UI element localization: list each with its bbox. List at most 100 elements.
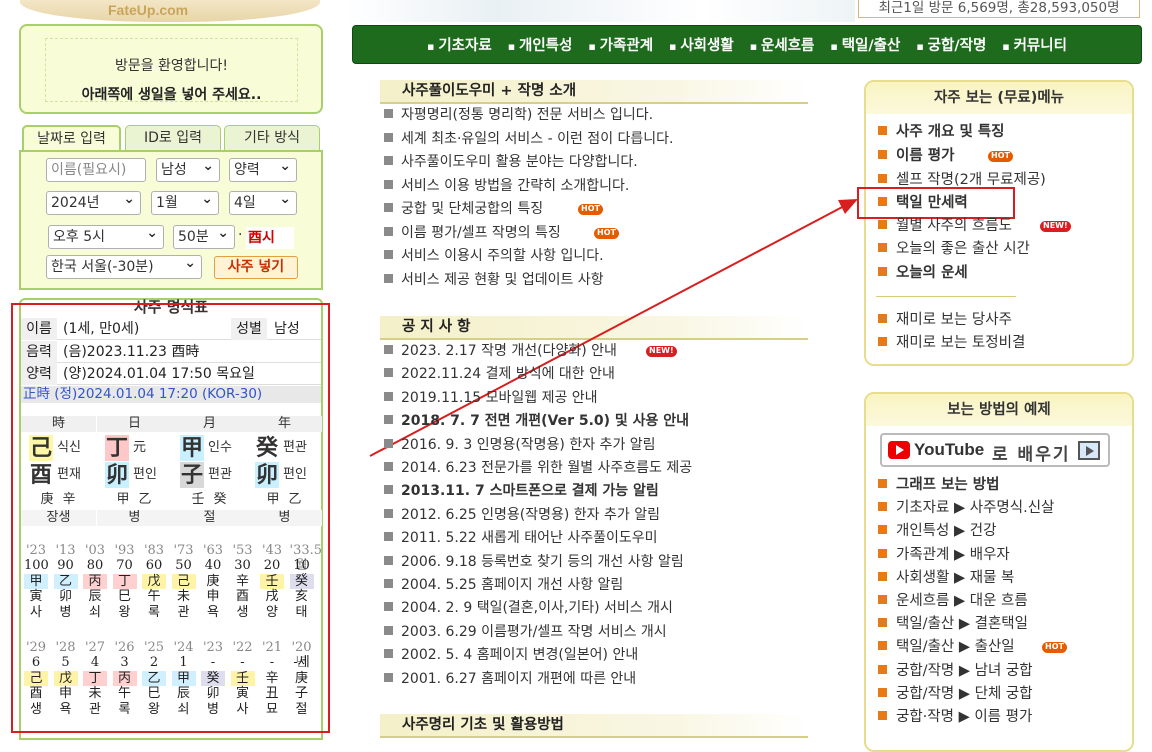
- free-menu-item[interactable]: 택일 만세력: [878, 192, 968, 214]
- daeun-branches-cell: 巳: [117, 589, 131, 604]
- new-badge: NEW!: [1040, 221, 1071, 232]
- notice-item[interactable]: 2022.11.24 결제 방식에 대한 안내: [384, 363, 615, 385]
- seun-stages-cell: 록: [118, 702, 131, 717]
- hidden-stem: 乙: [138, 492, 152, 507]
- intro-item[interactable]: 세계 최초·유일의 서비스 - 이런 점이 다릅니다.: [384, 128, 674, 150]
- daeun-stems-cell: 乙: [53, 574, 78, 589]
- seun-branches-cell: 未: [88, 686, 102, 701]
- stem-label: 편관: [283, 440, 307, 455]
- daeun-ages-cell: 20: [263, 558, 281, 573]
- daeun-ages-cell: 60: [145, 558, 163, 573]
- hidden-stem: 壬: [191, 492, 205, 507]
- stem-char: 癸: [255, 435, 279, 461]
- example-item[interactable]: 개인특성 ▶ 건강: [878, 520, 996, 542]
- seun-stems-cell: 丙: [112, 671, 137, 686]
- daeun-branches-cell: 辰: [88, 589, 102, 604]
- seun-branches-cell: 子: [294, 686, 308, 701]
- seun-stages-cell: 묘: [266, 702, 278, 717]
- seun-stages-cell: 관: [89, 702, 101, 717]
- daeun-stages-cell: 사: [30, 605, 42, 620]
- seun-stages-cell: 병: [207, 702, 219, 717]
- daeun-years-cell: '53: [232, 543, 253, 558]
- daeun-stems-cell: 己: [171, 574, 196, 589]
- free-menu-item[interactable]: 이름 평가 HOT: [878, 145, 1013, 167]
- free-menu-item[interactable]: 사주 개요 및 특징: [878, 121, 1005, 143]
- notice-item[interactable]: 2014. 6.23 전문가를 위한 월별 사주흐름도 제공: [384, 457, 692, 479]
- hidden-stem: 甲: [266, 492, 280, 507]
- seun-branches-cell: 酉: [29, 686, 43, 701]
- daeun-branches-cell: 亥: [294, 589, 308, 604]
- notice-item[interactable]: 2002. 5. 4 홈페이지 변경(일본어) 안내: [384, 644, 638, 666]
- example-item[interactable]: 사회생활 ▶ 재물 복: [878, 567, 1014, 589]
- seun-years-cell: '29: [25, 640, 47, 655]
- daeun-stages-cell: 관: [177, 605, 190, 620]
- seun-stages-cell: 생: [30, 702, 42, 717]
- daeun-years-cell: '23: [25, 543, 47, 558]
- free-menu-item[interactable]: 재미로 보는 당사주: [878, 309, 1012, 331]
- notice-item[interactable]: 2003. 6.29 이름평가/셀프 작명 서비스 개시: [384, 621, 667, 643]
- arrow-head: [838, 199, 858, 214]
- seun-stems-cell: 庚: [294, 671, 308, 686]
- branch-label: 편인: [133, 467, 157, 482]
- hidden-stem: 庚: [40, 492, 54, 507]
- daeun-branches-cell: 酉: [235, 589, 249, 604]
- free-menu-item[interactable]: 재미로 보는 토정비결: [878, 332, 1025, 354]
- daeun-ages-cell: 50: [175, 558, 192, 573]
- daeun-years-cell: '03: [84, 543, 106, 558]
- branch-char: 酉: [29, 462, 53, 488]
- example-item[interactable]: 궁합/작명 ▶ 단체 궁합: [878, 683, 1033, 705]
- notice-item[interactable]: 2011. 5.22 새롭게 태어난 사주풀이도우미: [384, 527, 658, 549]
- daeun-years-cell: '73: [173, 543, 194, 558]
- seun-branches-cell: 申: [58, 686, 72, 701]
- hot-badge: HOT: [594, 227, 619, 239]
- seun-ages-cell: 4: [90, 655, 100, 670]
- notice-item[interactable]: 2016. 9. 3 인명용(작명용) 한자 추가 알림: [384, 434, 656, 456]
- intro-item[interactable]: 자평명리(정통 명리학) 전문 서비스 입니다.: [384, 104, 653, 126]
- intro-item[interactable]: 이름 평가/셀프 작명의 특징 HOT: [384, 222, 619, 244]
- notice-item[interactable]: 2004. 5.25 홈페이지 개선 사항 알림: [384, 574, 623, 596]
- seun-years-cell: '28: [55, 640, 76, 655]
- example-item[interactable]: 궁합·작명 ▶ 이름 평가: [878, 706, 1032, 728]
- seun-branches-cell: 卯: [206, 686, 220, 701]
- example-item[interactable]: 택일/출산 ▶ 결혼택일: [878, 613, 1028, 635]
- notice-item[interactable]: 2013.11. 7 스마트폰으로 결제 가능 알림: [384, 480, 659, 502]
- example-item[interactable]: 그래프 보는 방법: [878, 474, 999, 496]
- free-menu-item[interactable]: 셀프 작명(2개 무료제공): [878, 169, 1046, 191]
- seun-branches-cell: 辰: [176, 686, 190, 701]
- intro-item[interactable]: 서비스 이용시 주의할 사항 입니다.: [384, 245, 604, 267]
- example-item[interactable]: 궁합/작명 ▶ 남녀 궁합: [878, 660, 1033, 682]
- branch-label: 편인: [283, 467, 307, 482]
- intro-item[interactable]: 사주풀이도우미 활용 분야는 다양합니다.: [384, 151, 638, 173]
- seun-stages-cell: 욕: [59, 702, 72, 717]
- daeun-stems-cell: 癸: [289, 574, 314, 589]
- notice-item[interactable]: 2006. 9.18 등록번호 찾기 등의 개선 사항 알림: [384, 551, 684, 573]
- intro-item[interactable]: 궁합 및 단체궁합의 특징 HOT: [384, 198, 603, 220]
- notice-item[interactable]: 2018. 7. 7 전면 개편(Ver 5.0) 및 사용 안내: [384, 410, 689, 432]
- intro-item[interactable]: 서비스 이용 방법을 간략히 소개합니다.: [384, 175, 629, 197]
- hidden-stem: 乙: [288, 492, 302, 507]
- seun-ages-cell: -: [210, 655, 216, 670]
- notice-item[interactable]: 2012. 6.25 인명용(작명용) 한자 추가 알림: [384, 504, 660, 526]
- daeun-stages-cell: 병: [59, 605, 72, 620]
- example-item[interactable]: 운세흐름 ▶ 대운 흐름: [878, 590, 1028, 612]
- example-item[interactable]: 기초자료 ▶ 사주명식.신살: [878, 497, 1054, 519]
- seun-stages-cell: 왕: [148, 702, 160, 717]
- notice-item[interactable]: 2023. 2.17 작명 개선(다양화) 안내 NEW!: [384, 340, 677, 362]
- intro-item[interactable]: 서비스 제공 현황 및 업데이트 사항: [384, 269, 604, 291]
- seun-ages-cell: -: [240, 655, 245, 670]
- free-menu-item[interactable]: 월별 사주의 흐름도 NEW!: [878, 215, 1071, 237]
- free-menu-item[interactable]: 오늘의 운세: [878, 262, 968, 284]
- notice-item[interactable]: 2001. 6.27 홈페이지 개편에 따른 안내: [384, 668, 636, 690]
- example-item[interactable]: 택일/출산 ▶ 출산일 HOT: [878, 636, 1067, 658]
- seun-branches-cell: 巳: [147, 686, 161, 701]
- example-item[interactable]: 가족관계 ▶ 배우자: [878, 544, 1010, 566]
- notice-item[interactable]: 2004. 2. 9 택일(결혼,이사,기타) 서비스 개시: [384, 597, 673, 619]
- hidden-stem: 甲: [116, 492, 130, 507]
- free-menu-item[interactable]: 오늘의 좋은 출산 시간: [878, 238, 1030, 260]
- seun-branches-cell: 午: [117, 686, 131, 701]
- pillar-head: 年: [247, 416, 322, 432]
- seun-ages-cell: 2: [149, 655, 159, 670]
- hidden-stem: 癸: [213, 492, 227, 507]
- notice-item[interactable]: 2019.11.15 모바일웹 제공 안내: [384, 387, 598, 409]
- stem-char: 己: [29, 435, 53, 461]
